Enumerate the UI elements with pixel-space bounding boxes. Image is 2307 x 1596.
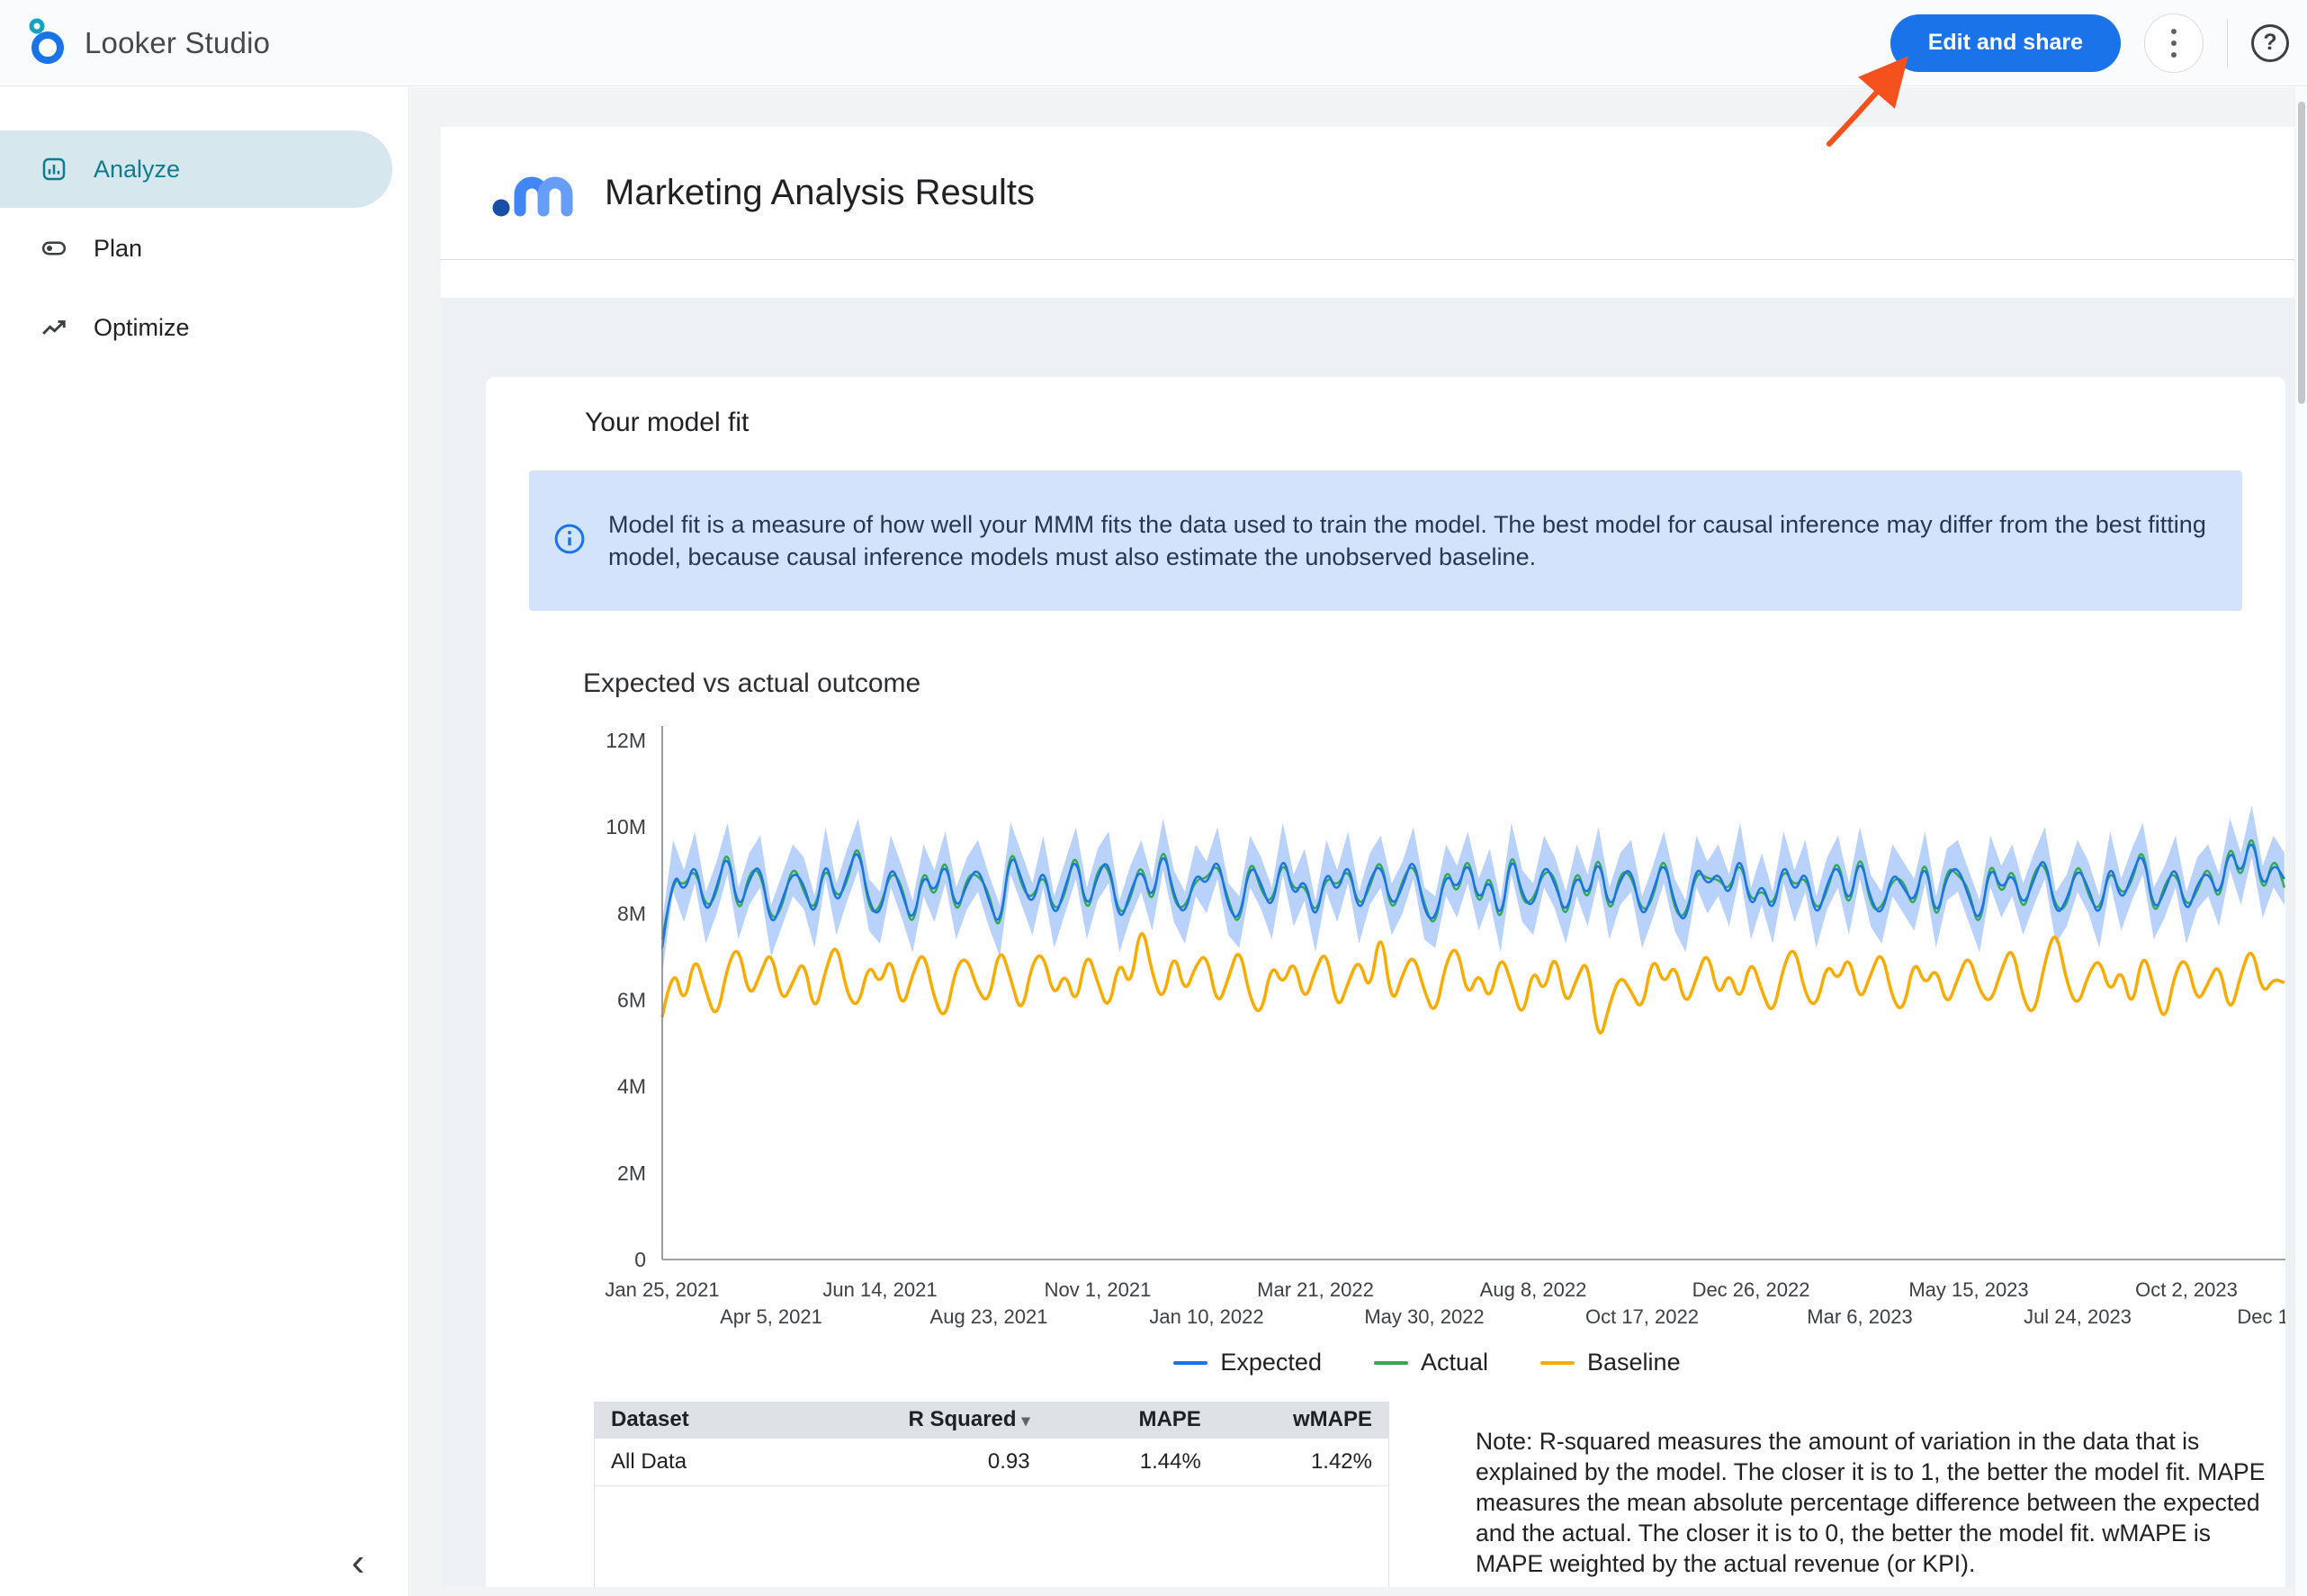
column-header-label: R Squared	[909, 1407, 1017, 1431]
trending-up-icon	[40, 313, 68, 342]
y-axis-labels: 0 2M 4M 6M 8M 10M 12M	[606, 729, 646, 1271]
table-row: All Data 0.93 1.44% 1.42%	[595, 1439, 1388, 1486]
cell-dataset: All Data	[595, 1439, 847, 1485]
vertical-scrollbar[interactable]	[2294, 87, 2307, 1596]
chart-heading: Expected vs actual outcome	[583, 668, 2285, 699]
report-viewport: Marketing Analysis Results Your model fi…	[410, 87, 2294, 1596]
svg-text:Mar 6, 2023: Mar 6, 2023	[1807, 1305, 1912, 1328]
looker-studio-logo	[25, 14, 65, 71]
topbar-actions: Edit and share ?	[1890, 13, 2289, 73]
svg-text:10M: 10M	[606, 815, 646, 838]
svg-text:Mar 21, 2022: Mar 21, 2022	[1257, 1278, 1374, 1301]
kebab-icon	[2171, 29, 2177, 34]
cell-wmape: 1.42%	[1217, 1439, 1388, 1485]
report-canvas: Your model fit Model fit is a measure of…	[441, 298, 2294, 1587]
chevron-left-icon: ‹	[352, 1540, 365, 1584]
column-header-dataset[interactable]: Dataset	[595, 1402, 847, 1439]
sidebar-item-label: Analyze	[94, 156, 180, 184]
report-header: Marketing Analysis Results	[441, 127, 2294, 260]
sidebar-item-plan[interactable]: Plan	[0, 210, 392, 287]
svg-text:4M: 4M	[617, 1075, 646, 1098]
card-bottom-row: Dataset R Squared ▾ MAPE wMAPE All Data 0…	[594, 1402, 2285, 1587]
cell-mape: 1.44%	[1046, 1439, 1217, 1485]
svg-text:2M: 2M	[617, 1161, 646, 1185]
svg-text:Aug 23, 2021: Aug 23, 2021	[930, 1305, 1048, 1328]
svg-text:Dec 26, 2022: Dec 26, 2022	[1692, 1278, 1810, 1301]
x-axis-labels: Jan 25, 2021Apr 5, 2021Jun 14, 2021 Aug 2…	[605, 1278, 2285, 1328]
chart-axes	[662, 726, 2285, 1260]
sidebar-item-label: Optimize	[94, 314, 190, 342]
legend-item-actual: Actual	[1374, 1349, 1488, 1376]
svg-text:Dec 11, 2023: Dec 11, 2023	[2237, 1305, 2285, 1328]
toggle-icon	[40, 234, 68, 263]
svg-text:12M: 12M	[606, 729, 646, 752]
svg-text:May 15, 2023: May 15, 2023	[1908, 1278, 2028, 1301]
cell-r-squared: 0.93	[847, 1439, 1046, 1485]
svg-text:Aug 8, 2022: Aug 8, 2022	[1480, 1278, 1587, 1301]
svg-text:0: 0	[634, 1248, 646, 1271]
sidebar: Analyze Plan Optimize ‹	[0, 87, 409, 1596]
model-fit-note: Note: R-squared measures the amount of v…	[1476, 1426, 2267, 1579]
svg-text:Nov 1, 2021: Nov 1, 2021	[1045, 1278, 1152, 1301]
baseline-swatch	[1540, 1361, 1575, 1365]
chart-legend: Expected Actual Baseline	[662, 1349, 2192, 1376]
report-page: Marketing Analysis Results Your model fi…	[441, 127, 2294, 1587]
svg-text:6M: 6M	[617, 989, 646, 1012]
edit-and-share-button[interactable]: Edit and share	[1890, 14, 2121, 72]
scrollbar-thumb[interactable]	[2298, 102, 2305, 404]
card-heading: Your model fit	[585, 408, 2285, 438]
topbar-divider	[2227, 19, 2228, 67]
confidence-band	[662, 805, 2285, 974]
svg-text:Jun 14, 2021: Jun 14, 2021	[822, 1278, 937, 1301]
legend-label: Expected	[1220, 1349, 1322, 1376]
page-title: Marketing Analysis Results	[605, 173, 1035, 213]
topbar: Looker Studio Edit and share ?	[0, 0, 2307, 86]
svg-text:8M: 8M	[617, 901, 646, 925]
legend-label: Baseline	[1587, 1349, 1681, 1376]
info-banner: Model fit is a measure of how well your …	[529, 471, 2242, 611]
sidebar-item-analyze[interactable]: Analyze	[0, 130, 392, 208]
help-button[interactable]: ?	[2251, 24, 2289, 62]
outcome-chart: 02M4M6M8M10M12MJan 25, 2021Apr 5, 2021Ju…	[486, 715, 2285, 1345]
app-title: Looker Studio	[85, 26, 270, 60]
sidebar-item-optimize[interactable]: Optimize	[0, 289, 392, 366]
help-icon: ?	[2263, 30, 2276, 56]
kebab-menu-button[interactable]	[2144, 13, 2204, 73]
analytics-icon	[40, 155, 68, 184]
info-banner-text: Model fit is a measure of how well your …	[608, 508, 2219, 573]
table-header-row: Dataset R Squared ▾ MAPE wMAPE	[595, 1402, 1388, 1439]
sidebar-item-label: Plan	[94, 235, 142, 263]
svg-text:Jan 25, 2021: Jan 25, 2021	[605, 1278, 719, 1301]
svg-text:Oct 17, 2022: Oct 17, 2022	[1585, 1305, 1699, 1328]
column-header-r-squared[interactable]: R Squared ▾	[847, 1402, 1046, 1439]
svg-text:Oct 2, 2023: Oct 2, 2023	[2135, 1278, 2238, 1301]
sort-desc-icon: ▾	[1022, 1412, 1030, 1430]
column-header-wmape[interactable]: wMAPE	[1217, 1402, 1388, 1439]
info-icon	[552, 522, 587, 560]
actual-swatch	[1374, 1361, 1408, 1365]
legend-label: Actual	[1421, 1349, 1488, 1376]
svg-text:Apr 5, 2021: Apr 5, 2021	[720, 1305, 822, 1328]
legend-item-baseline: Baseline	[1540, 1349, 1681, 1376]
gmp-logo	[491, 162, 579, 224]
svg-text:May 30, 2022: May 30, 2022	[1364, 1305, 1484, 1328]
svg-text:Jan 10, 2022: Jan 10, 2022	[1149, 1305, 1263, 1328]
home-link[interactable]: Looker Studio	[25, 14, 270, 71]
column-header-mape[interactable]: MAPE	[1046, 1402, 1217, 1439]
expected-swatch	[1173, 1361, 1207, 1365]
model-fit-table: Dataset R Squared ▾ MAPE wMAPE All Data 0…	[594, 1402, 1389, 1587]
legend-item-expected: Expected	[1173, 1349, 1322, 1376]
model-fit-card: Your model fit Model fit is a measure of…	[486, 377, 2285, 1587]
collapse-sidebar-button[interactable]: ‹	[335, 1538, 382, 1585]
svg-text:Jul 24, 2023: Jul 24, 2023	[2024, 1305, 2132, 1328]
